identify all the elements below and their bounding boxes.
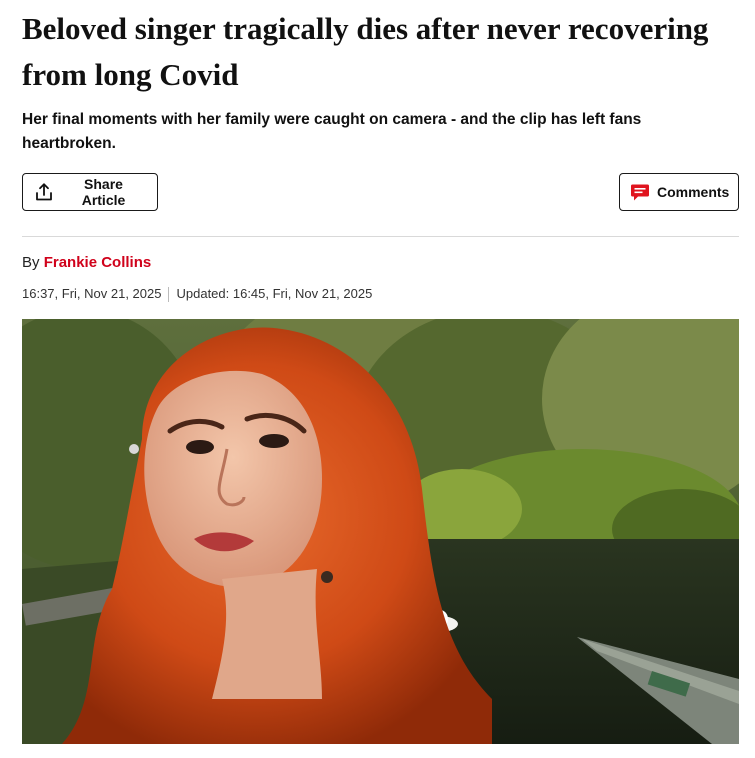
share-article-button[interactable]: Share Article bbox=[22, 173, 158, 211]
share-article-label: Share Article bbox=[81, 176, 126, 208]
byline-prefix: By bbox=[22, 254, 40, 271]
article-dates: 16:37, Fri, Nov 21, 2025 Updated: 16:45,… bbox=[22, 286, 372, 302]
divider bbox=[22, 236, 739, 237]
speech-bubble-icon bbox=[630, 183, 650, 202]
date-separator bbox=[168, 286, 170, 302]
article-subheadline: Her final moments with her family were c… bbox=[22, 111, 642, 152]
updated-time: Updated: 16:45, Fri, Nov 21, 2025 bbox=[176, 286, 373, 301]
hero-photo bbox=[22, 319, 739, 744]
author-link[interactable]: Frankie Collins bbox=[44, 254, 152, 271]
article-headline: Beloved singer tragically dies after nev… bbox=[22, 11, 709, 92]
published-time: 16:37, Fri, Nov 21, 2025 bbox=[22, 286, 162, 301]
hero-image bbox=[22, 319, 739, 744]
article-page: Beloved singer tragically dies after nev… bbox=[0, 0, 755, 758]
comments-label: Comments bbox=[657, 184, 730, 200]
comments-button[interactable]: Comments bbox=[619, 173, 739, 211]
byline: By Frankie Collins bbox=[22, 254, 151, 272]
share-icon bbox=[34, 182, 54, 202]
